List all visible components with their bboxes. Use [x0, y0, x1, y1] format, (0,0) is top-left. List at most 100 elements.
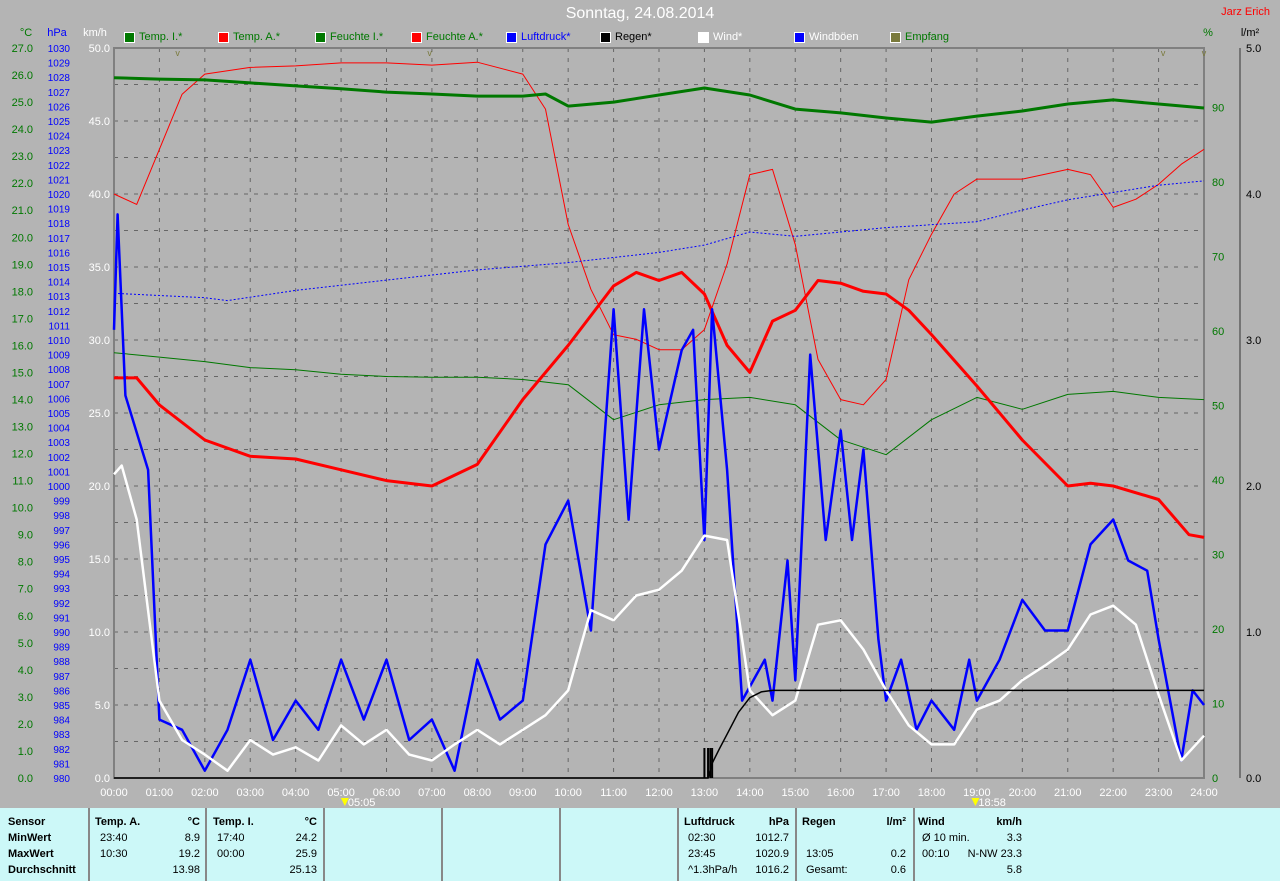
tick-temp: 22.0 [12, 178, 33, 190]
row-label: MinWert [8, 832, 52, 844]
table-header: hPa [768, 816, 789, 828]
tick-press: 1000 [48, 482, 71, 493]
tick-temp: 10.0 [12, 503, 33, 515]
tick-time: 22:00 [1099, 787, 1127, 799]
table-header: °C [187, 816, 200, 828]
tick-press: 998 [53, 511, 70, 522]
tick-time: 08:00 [464, 787, 492, 799]
table-cell-time: Ø 10 min. [922, 832, 970, 844]
table-cell-time: 02:30 [688, 832, 716, 844]
tick-press: 1004 [48, 424, 71, 435]
tick-temp: 6.0 [18, 611, 33, 623]
reception-marker-icon: v [175, 48, 180, 58]
tick-time: 17:00 [872, 787, 900, 799]
table-cell-time: 00:10 [922, 848, 950, 860]
tick-press: 1013 [48, 292, 71, 303]
tick-rain: 2.0 [1246, 481, 1261, 493]
tick-press: 1010 [48, 336, 71, 347]
stats-table: Sensor MinWert MaxWert Durchschnitt Temp. A.… [0, 808, 1280, 881]
tick-press: 987 [53, 672, 70, 683]
series-windben [112, 213, 1205, 772]
axis-title-rain: l/m² [1241, 27, 1260, 39]
tick-wind: 50.0 [89, 43, 110, 55]
tick-time: 15:00 [781, 787, 809, 799]
tick-temp: 24.0 [12, 124, 33, 136]
table-cell-value: 3.3 [1006, 832, 1022, 844]
reception-marker-icon: v [1202, 48, 1207, 58]
tick-wind: 25.0 [89, 408, 110, 420]
tick-temp: 9.0 [18, 530, 33, 542]
table-cell-time: ^1.3hPa/h [688, 864, 738, 876]
tick-press: 1015 [48, 263, 71, 274]
table-header: Luftdruck [684, 816, 735, 828]
tick-rain: 5.0 [1246, 43, 1261, 55]
table-header: Temp. I. [213, 816, 254, 828]
table-cell-time: 23:45 [688, 848, 716, 860]
table-cell-time: 17:40 [217, 832, 245, 844]
tick-press: 1008 [48, 365, 71, 376]
tick-press: 996 [53, 540, 70, 551]
tick-press: 1028 [48, 73, 71, 84]
table-cell-value: 5.8 [1006, 864, 1022, 876]
tick-time: 07:00 [418, 787, 446, 799]
tick-temp: 2.0 [18, 719, 33, 731]
tick-rain: 0.0 [1246, 773, 1261, 785]
tick-wind: 35.0 [89, 262, 110, 274]
tick-temp: 13.0 [12, 422, 33, 434]
table-header: l/m² [886, 816, 906, 828]
series-feuchtea [113, 61, 1205, 406]
tick-time: 21:00 [1054, 787, 1082, 799]
tick-wind: 0.0 [95, 773, 110, 785]
tick-press: 1029 [48, 59, 71, 70]
tick-temp: 25.0 [12, 97, 33, 109]
tick-press: 1001 [48, 467, 71, 478]
sun-marker-label: 05:05 [348, 797, 376, 808]
tick-press: 989 [53, 643, 70, 654]
tick-press: 988 [53, 657, 70, 668]
tick-press: 999 [53, 497, 70, 508]
tick-press: 1012 [48, 307, 71, 318]
tick-hum: 40 [1212, 475, 1224, 487]
tick-press: 1018 [48, 219, 71, 230]
tick-temp: 26.0 [12, 70, 33, 82]
tick-press: 1025 [48, 117, 71, 128]
tick-time: 06:00 [373, 787, 401, 799]
tick-time: 01:00 [146, 787, 174, 799]
tick-rain: 4.0 [1246, 189, 1261, 201]
tick-press: 992 [53, 599, 70, 610]
tick-wind: 20.0 [89, 481, 110, 493]
tick-temp: 16.0 [12, 340, 33, 352]
tick-hum: 20 [1212, 624, 1224, 636]
tick-temp: 3.0 [18, 692, 33, 704]
table-cell-value: 1012.7 [755, 832, 789, 844]
tick-hum: 50 [1212, 401, 1224, 413]
tick-press: 980 [53, 774, 70, 785]
tick-wind: 15.0 [89, 554, 110, 566]
tick-hum: 10 [1212, 699, 1224, 711]
tick-temp: 19.0 [12, 259, 33, 271]
tick-time: 03:00 [236, 787, 264, 799]
tick-wind: 40.0 [89, 189, 110, 201]
table-cell-time: 10:30 [100, 848, 128, 860]
tick-hum: 60 [1212, 326, 1224, 338]
tick-press: 1016 [48, 248, 71, 259]
tick-press: 1024 [48, 132, 71, 143]
table-cell-value: 0.6 [890, 864, 906, 876]
tick-temp: 8.0 [18, 557, 33, 569]
tick-temp: 27.0 [12, 43, 33, 55]
tick-press: 1022 [48, 161, 71, 172]
tick-press: 984 [53, 716, 70, 727]
row-label: Durchschnitt [8, 864, 76, 876]
tick-temp: 1.0 [18, 746, 33, 758]
tick-time: 12:00 [645, 787, 673, 799]
tick-press: 1026 [48, 102, 71, 113]
tick-temp: 17.0 [12, 313, 33, 325]
reception-marker-icon: v [427, 48, 432, 58]
axis-title-temp: °C [20, 27, 32, 39]
tick-hum: 30 [1212, 550, 1224, 562]
row-label: MaxWert [8, 848, 54, 860]
tick-temp: 12.0 [12, 449, 33, 461]
tick-time: 10:00 [554, 787, 582, 799]
table-header: Temp. A. [95, 816, 141, 828]
table-cell-value: 1020.9 [755, 848, 789, 860]
